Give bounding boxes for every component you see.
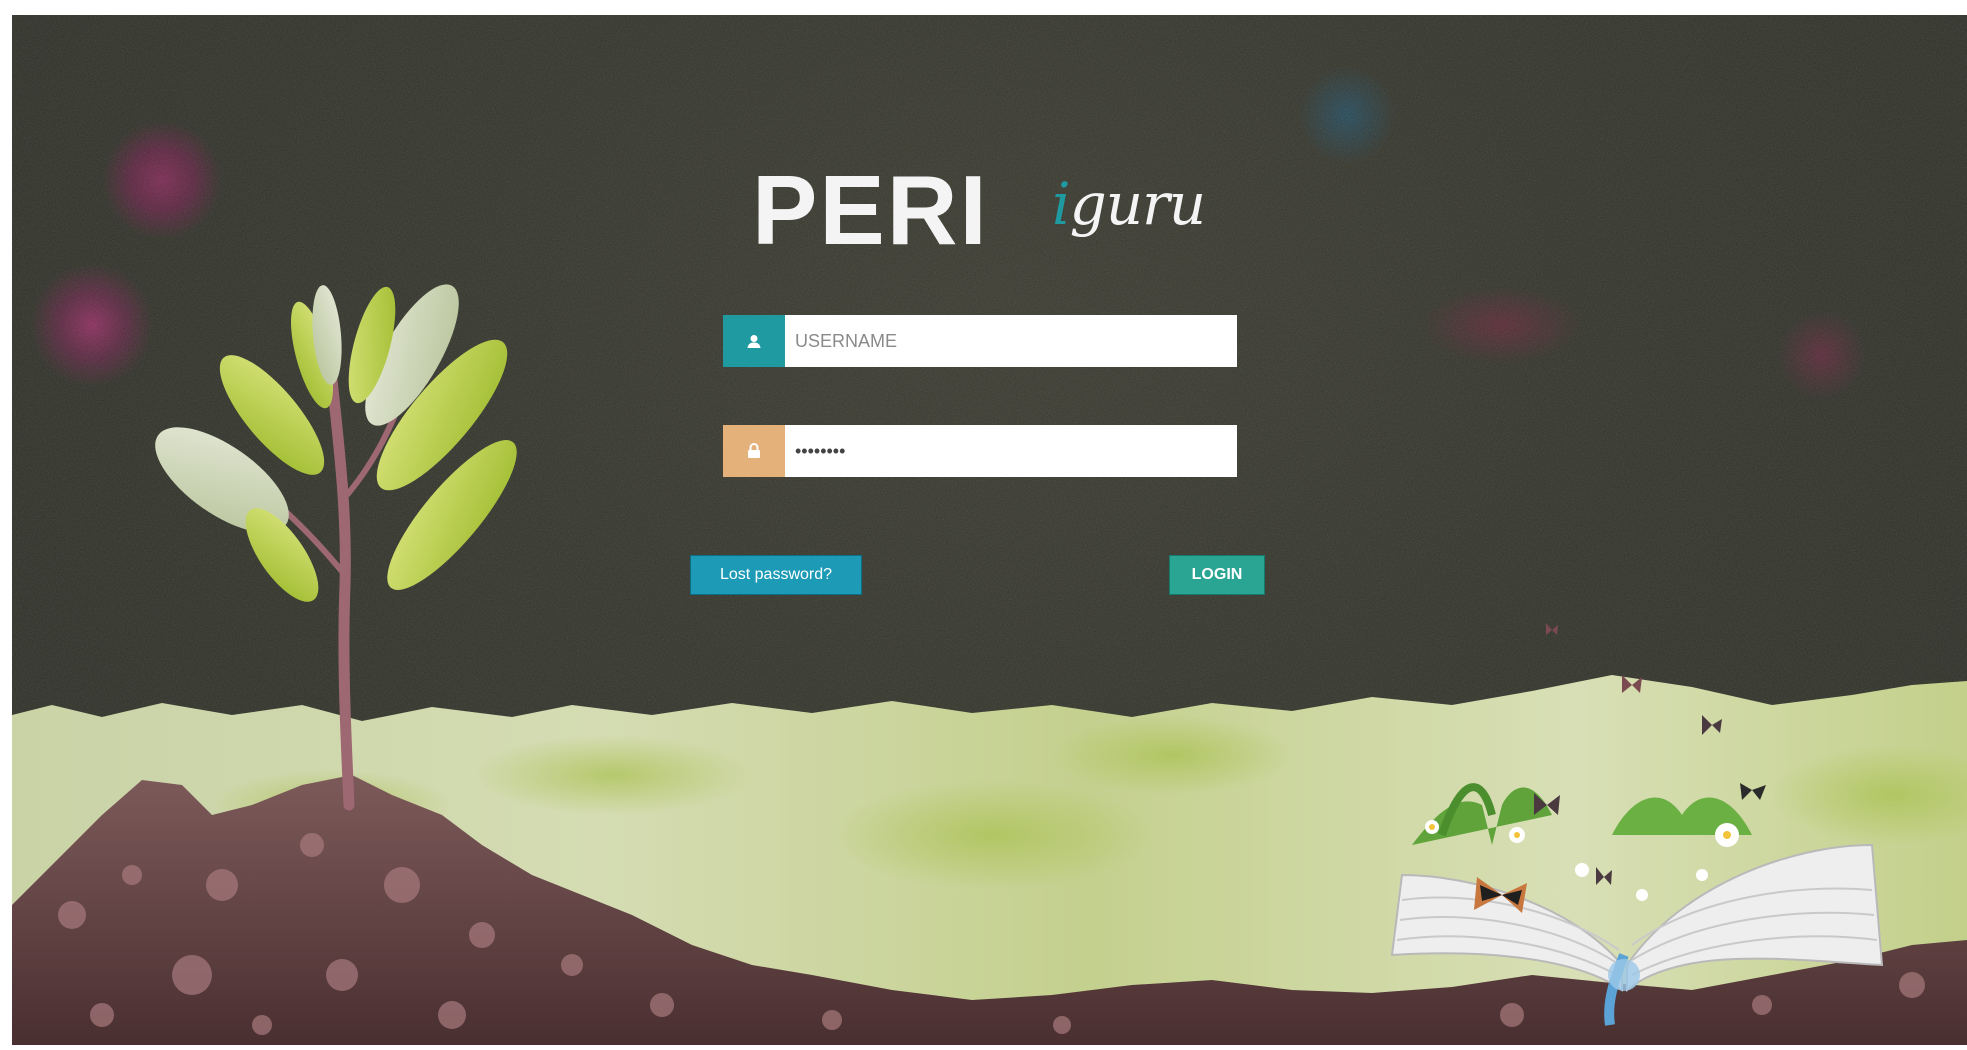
username-input[interactable] — [785, 315, 1237, 367]
logo-peri-text: PERI — [752, 155, 989, 265]
password-input[interactable] — [785, 425, 1237, 477]
login-button[interactable]: LOGIN — [1169, 555, 1265, 595]
password-field[interactable] — [723, 425, 1237, 477]
scene-illustration — [12, 284, 1967, 1045]
logo-i-letter: i — [1052, 170, 1071, 238]
lost-password-button[interactable]: Lost password? — [690, 555, 862, 595]
user-icon — [723, 315, 785, 367]
login-background: PERI iguru — [12, 15, 1967, 1045]
lock-icon — [723, 425, 785, 477]
logo-guru-letters: guru — [1069, 170, 1207, 238]
username-field[interactable] — [723, 315, 1237, 367]
logo-iguru-text: iguru — [1052, 159, 1207, 249]
